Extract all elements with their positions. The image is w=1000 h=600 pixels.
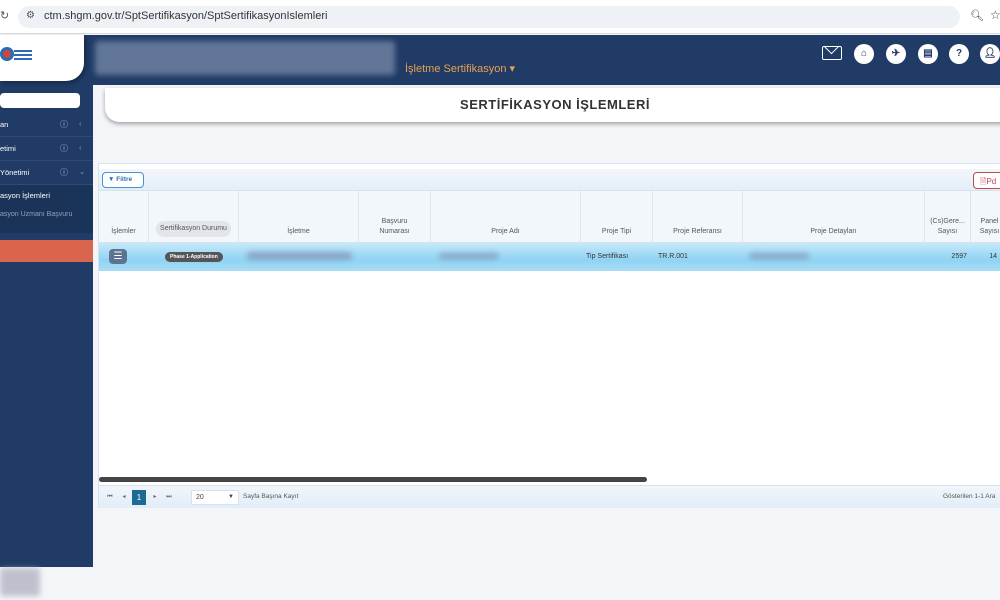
sidebar-item-1[interactable]: an ⓘ ‹	[0, 113, 93, 137]
page-title: SERTİFİKASYON İŞLEMLERİ	[105, 88, 1000, 122]
book-icon[interactable]: ▤	[918, 44, 938, 64]
sidebar-search-input[interactable]	[0, 93, 80, 108]
submenu-item-uzman-basvuru[interactable]: asyon Uzmanı Başvuru	[0, 211, 72, 218]
first-page-icon[interactable]: ⏮	[103, 490, 117, 505]
sidebar-item-label: etimi	[0, 144, 16, 153]
submenu-item-sertifikasyon-islemleri[interactable]: asyon İşlemleri	[0, 191, 50, 200]
url-text: ctm.shgm.gov.tr/SptSertifikasyon/SptSert…	[44, 10, 328, 22]
address-bar[interactable]: ⚙ ctm.shgm.gov.tr/SptSertifikasyon/SptSe…	[18, 6, 960, 28]
plane-icon[interactable]: ✈	[886, 44, 906, 64]
col-sertifikasyon-durumu[interactable]: Sertifikasyon Durumu	[149, 191, 239, 243]
help-icon[interactable]: ?	[949, 44, 969, 64]
sidebar-item-label: Yönetimi	[0, 168, 30, 177]
proje-detaylari-blurred	[749, 253, 809, 259]
filter-label: Filtre	[116, 176, 133, 183]
submenu: asyon İşlemleri asyon Uzmanı Başvuru	[0, 185, 93, 233]
prev-page-icon[interactable]: ◂	[117, 490, 131, 505]
chevron-left-icon: ‹	[79, 119, 82, 128]
app-header: İşletme Sertifikasyon ▾ ⌂ ✈ ▤ ? 👤︎	[0, 35, 1000, 85]
blurred-footer	[0, 568, 40, 596]
filter-icon: ▼	[108, 176, 115, 183]
sidebar-active-item[interactable]	[0, 240, 93, 262]
user-info-blurred	[95, 41, 395, 75]
info-icon: ⓘ	[60, 144, 68, 153]
browser-bar: ↻ ⚙ ctm.shgm.gov.tr/SptSertifikasyon/Spt…	[0, 0, 1000, 34]
chevron-down-icon: ▼	[228, 494, 234, 500]
last-page-icon[interactable]: ⏭	[162, 490, 176, 505]
sidebar-item-label: an	[0, 120, 9, 129]
sidebar: an ⓘ ‹ etimi ⓘ ‹ Yönetimi ⓘ ⌄ asyon İşlemleri …	[0, 85, 93, 567]
status-badge: Phase 1-Application	[165, 252, 223, 262]
chevron-left-icon: ‹	[79, 143, 82, 152]
bookmark-star-icon[interactable]: ☆	[990, 8, 1000, 22]
cell-proje-referansi: TR.R.001	[658, 253, 688, 260]
col-proje-referansi[interactable]: Proje Referansı	[653, 191, 743, 243]
col-label: Sertifikasyon Durumu	[156, 221, 231, 237]
info-icon: ⓘ	[60, 168, 68, 177]
chevron-down-icon: ⌄	[79, 167, 86, 176]
mail-icon[interactable]	[822, 38, 842, 60]
page-size-select[interactable]: 20 ▼	[191, 490, 239, 505]
col-panel-sayisi[interactable]: Panel Sayısı	[971, 191, 1000, 243]
horizontal-scrollbar[interactable]	[99, 477, 647, 482]
site-settings-icon[interactable]: ⚙	[26, 10, 35, 21]
col-cs-sayisi[interactable]: (Cs)Gere... Sayısı	[925, 191, 971, 243]
reload-icon[interactable]: ↻	[0, 9, 9, 22]
home-icon[interactable]: ⌂	[854, 44, 874, 64]
cell-proje-tipi: Tip Sertifikası	[586, 253, 629, 260]
col-proje-tipi[interactable]: Proje Tipi	[581, 191, 653, 243]
sidebar-item-2[interactable]: etimi ⓘ ‹	[0, 137, 93, 161]
col-basvuru-numarasi[interactable]: Başvuru Numarası	[359, 191, 431, 243]
pager: ⏮ ◂ 1 ▸ ⏭ 20 ▼ Sayfa Başına Kayıt Gösteri…	[99, 485, 1000, 508]
logo-emblem-icon	[0, 47, 14, 61]
record-summary: Gösterilen 1-1 Ara	[943, 493, 996, 500]
col-proje-adi[interactable]: Proje Adı	[431, 191, 581, 243]
row-actions-menu-icon[interactable]: ☰	[109, 249, 127, 264]
pdf-export-button[interactable]: 🗎Pd	[973, 172, 1000, 189]
page-button-current[interactable]: 1	[132, 490, 146, 505]
next-page-icon[interactable]: ▸	[148, 490, 162, 505]
table-row[interactable]: ☰ Phase 1-Application Tip Sertifikası TR…	[99, 243, 1000, 271]
grid-toolbar: ▼ Filtre 🗎Pd	[99, 169, 1000, 191]
module-menu[interactable]: İşletme Sertifikasyon ▾	[405, 62, 515, 75]
table-header: İşlemler Sertifikasyon Durumu İşletme Ba…	[99, 191, 1000, 243]
col-proje-detaylari[interactable]: Proje Detayları	[743, 191, 925, 243]
col-islemler[interactable]: İşlemler	[99, 191, 149, 243]
filter-button[interactable]: ▼ Filtre	[102, 172, 144, 188]
proje-adi-blurred	[439, 253, 499, 259]
sidebar-item-3[interactable]: Yönetimi ⓘ ⌄	[0, 161, 93, 185]
col-isletme[interactable]: İşletme	[239, 191, 359, 243]
cell-cs-sayisi: 2597	[951, 253, 967, 260]
logo-wings-icon	[14, 50, 32, 52]
page-size-label: Sayfa Başına Kayıt	[243, 493, 299, 500]
zoom-icon[interactable]: 🔍︎	[970, 9, 984, 22]
shgm-logo[interactable]	[0, 35, 84, 81]
isletme-blurred	[247, 252, 352, 260]
cell-panel-sayisi: 14	[989, 253, 997, 260]
certification-grid: ▼ Filtre 🗎Pd İşlemler Sertifikasyon Duru…	[98, 163, 1000, 508]
page-size-value: 20	[196, 494, 204, 501]
user-icon[interactable]: 👤︎	[980, 44, 1000, 64]
pdf-label: Pd	[986, 177, 997, 186]
info-icon: ⓘ	[60, 120, 68, 129]
